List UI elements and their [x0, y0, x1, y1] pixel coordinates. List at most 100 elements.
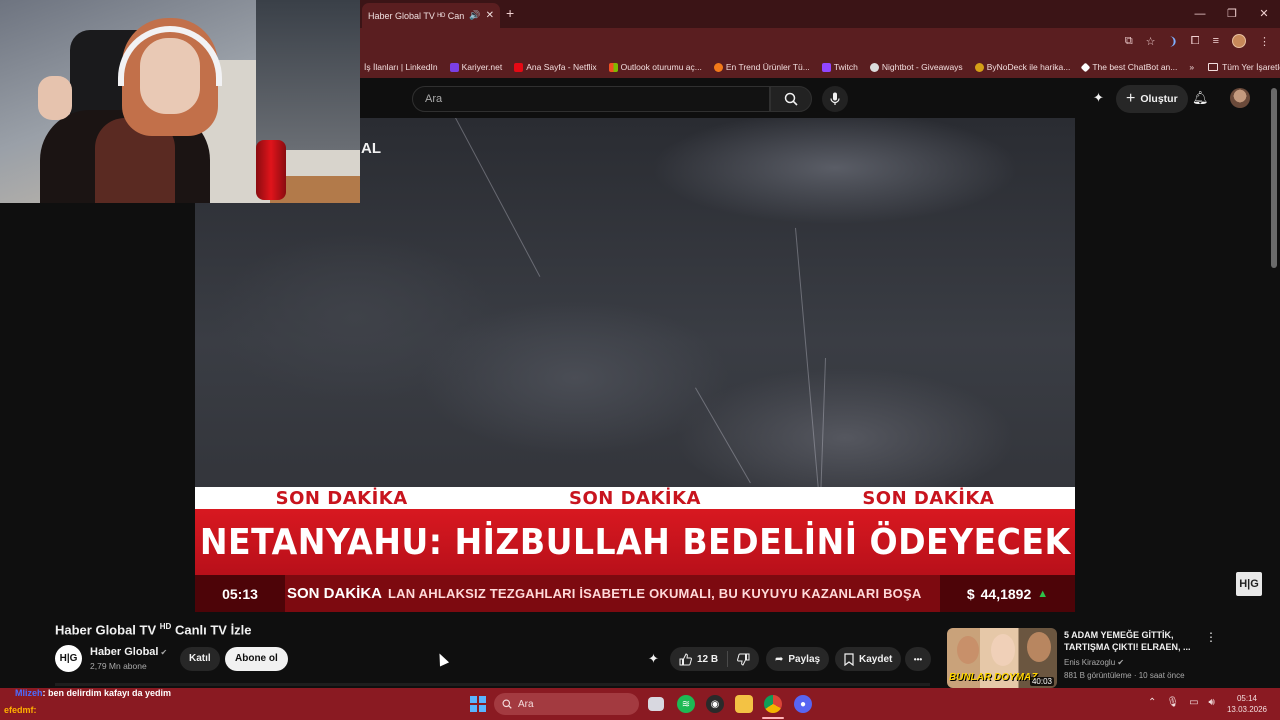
extension-accent-icon[interactable]: ❩ — [1169, 35, 1178, 48]
channel-watermark-logo: H|G — [1236, 572, 1262, 596]
like-count: 12 B — [697, 653, 719, 665]
dislike-button[interactable] — [728, 647, 759, 671]
bookmark-label: Kariyer.net — [461, 62, 503, 72]
suggested-video-thumbnail[interactable]: BUNLAR DOYMAZ 40:03 — [947, 628, 1057, 688]
video-title-main: Haber Global TV — [55, 622, 157, 638]
kariyer-icon — [449, 62, 459, 72]
search-button[interactable] — [770, 86, 812, 112]
bookmark-bynodeck[interactable]: ByNoDeck ile harika... — [974, 62, 1071, 72]
reading-list-icon[interactable]: ≡ — [1213, 35, 1219, 47]
bookmark-linkedin[interactable]: İş İlanları | LinkedIn — [364, 62, 438, 72]
user-avatar[interactable] — [1230, 88, 1250, 108]
voice-search-button[interactable] — [822, 86, 848, 112]
start-tile — [479, 705, 486, 712]
thumbnail-face — [991, 634, 1015, 666]
search-input[interactable]: Ara — [412, 86, 770, 112]
chat-text: : — [33, 705, 37, 715]
windows-start-button[interactable] — [470, 696, 486, 712]
mouse-cursor — [434, 651, 450, 667]
new-tab-button[interactable]: + — [506, 5, 514, 21]
breaking-label: SON DAKİKA — [275, 487, 408, 509]
more-actions-button[interactable]: ••• — [905, 647, 931, 671]
bookmark-trendyol[interactable]: En Trend Ürünler Tü... — [713, 62, 810, 72]
channel-avatar[interactable]: H|G — [55, 645, 82, 672]
bookmark-label: İş İlanları | LinkedIn — [364, 62, 438, 72]
subscriber-count: 2,79 Mn abone — [90, 661, 147, 671]
start-tile — [470, 696, 477, 703]
news-ticker: 05:13 SON DAKİKA LAN AHLAKSIZ TEZGAHLARI… — [195, 575, 1075, 612]
sparkle-icon[interactable]: ✦ — [1093, 90, 1104, 106]
more-icon: ••• — [913, 654, 923, 664]
clock-date: 13.03.2026 — [1226, 705, 1268, 714]
browser-toolbar: ⧉ ☆ ❩ ⧠ ≡ ⋮ — [360, 28, 1280, 56]
join-button[interactable]: Katıl — [180, 647, 220, 671]
ticker-label: SON DAKİKA — [287, 585, 383, 602]
bell-icon[interactable]: 🔔︎ — [1192, 90, 1209, 106]
headline-text: NETANYAHU: HİZBULLAH BEDELİNİ ÖDEYECEK — [199, 521, 1071, 563]
thumbnail-face — [1027, 632, 1051, 662]
bookmark-outlook[interactable]: Outlook oturumu aç... — [608, 62, 702, 72]
like-button[interactable]: 12 B — [670, 647, 727, 671]
page-scrollbar[interactable] — [1271, 88, 1277, 268]
toolbar-icons: ⧉ ☆ ❩ ⧠ ≡ ⋮ — [1125, 34, 1270, 48]
suggested-more-button[interactable]: ⋮ — [1205, 630, 1217, 644]
browser-tab-active[interactable]: Haber Global TV ᴴᴰ Canlı TV 🔊 ✕ — [362, 3, 500, 28]
netflix-icon — [514, 62, 524, 72]
taskbar-search-label: Ara — [518, 698, 534, 710]
close-icon[interactable]: ✕ — [486, 10, 494, 21]
profile-avatar[interactable] — [1232, 34, 1246, 48]
minimize-button[interactable]: — — [1184, 0, 1216, 28]
task-view-icon[interactable] — [648, 697, 664, 711]
file-explorer-icon[interactable] — [735, 695, 753, 713]
thumbnail-text: BUNLAR DOYMAZ — [949, 672, 1038, 683]
all-bookmarks-button[interactable]: Tüm Yer İşaretleri — [1208, 62, 1280, 72]
taskbar-search[interactable]: Ara — [494, 693, 639, 715]
verified-icon: ✔ — [1117, 658, 1125, 667]
install-app-icon[interactable]: ⧉ — [1125, 35, 1133, 48]
volume-icon[interactable]: 🔊︎ — [1209, 697, 1215, 708]
thumbnail-face — [957, 636, 979, 664]
microphone-icon[interactable]: 🎙︎ — [1166, 697, 1179, 708]
save-button[interactable]: Kaydet — [835, 647, 902, 671]
taskbar-clock[interactable]: 05:14 13.03.2026 — [1226, 693, 1268, 715]
create-button[interactable]: + Oluştur — [1116, 85, 1188, 113]
suggested-channel[interactable]: Enis Kirazoglu ✔ — [1064, 658, 1124, 667]
spotify-icon[interactable]: ≋ — [677, 695, 695, 713]
speaker-icon[interactable]: 🔊 — [469, 10, 480, 21]
chevron-up-icon[interactable]: ⌃ — [1148, 697, 1156, 708]
suggested-video-title[interactable]: 5 ADAM YEMEĞE GİTTİK, TARTIŞMA ÇIKTI! EL… — [1064, 629, 1204, 653]
chat-text: : ben delirdim kafayı da yedim — [42, 688, 172, 698]
bookmark-netflix[interactable]: Ana Sayfa - Netflix — [514, 62, 597, 72]
bookmark-chatbot[interactable]: The best ChatBot an... — [1080, 62, 1177, 72]
obs-icon[interactable]: ◉ — [706, 695, 724, 713]
bookmark-nightbot[interactable]: Nightbot - Giveaways — [869, 62, 963, 72]
close-window-button[interactable]: ✕ — [1248, 0, 1280, 28]
bookmark-twitch[interactable]: Twitch — [821, 62, 858, 72]
kebab-menu-icon[interactable]: ⋮ — [1259, 35, 1270, 48]
breaking-news-strip: SON DAKİKA SON DAKİKA SON DAKİKA — [195, 487, 1075, 509]
chat-username: efedmf — [4, 705, 34, 715]
webcam-shelf — [256, 0, 360, 150]
bookmark-label: ByNoDeck ile harika... — [986, 62, 1071, 72]
ask-ai-icon[interactable]: ✦ — [648, 651, 659, 667]
channel-name[interactable]: Haber Global ✔ — [90, 646, 167, 658]
puzzle-icon[interactable]: ⧠ — [1191, 35, 1200, 48]
display-icon[interactable]: ▭ — [1189, 697, 1198, 708]
chrome-icon[interactable] — [764, 695, 782, 713]
news-headline: NETANYAHU: HİZBULLAH BEDELİNİ ÖDEYECEK — [195, 509, 1075, 575]
video-duration: 40:03 — [1029, 677, 1054, 686]
discord-icon[interactable]: ● — [794, 695, 812, 713]
start-tile — [479, 696, 486, 703]
share-button[interactable]: ➦ Paylaş — [766, 647, 830, 671]
bookmark-label: En Trend Ürünler Tü... — [725, 62, 810, 72]
ticker-text: LAN AHLAKSIZ TEZGAHLARI İSABETLE OKUMALI… — [388, 586, 922, 601]
share-button-inner: ➦ Paylaş — [766, 647, 829, 671]
screen: Haber Global TV ᴴᴰ Canlı TV 🔊 ✕ + — ❐ ✕ … — [0, 0, 1280, 720]
maximize-button[interactable]: ❐ — [1216, 0, 1248, 28]
star-icon[interactable]: ☆ — [1146, 35, 1156, 48]
subscribe-button[interactable]: Abone ol — [225, 647, 288, 671]
breaking-label: SON DAKİKA — [568, 487, 701, 509]
system-tray: ⌃ 🎙︎ ▭ 🔊︎ — [1148, 697, 1215, 708]
bookmark-kariyer[interactable]: Kariyer.net — [449, 62, 503, 72]
bookmarks-overflow-button[interactable]: » — [1189, 62, 1194, 72]
